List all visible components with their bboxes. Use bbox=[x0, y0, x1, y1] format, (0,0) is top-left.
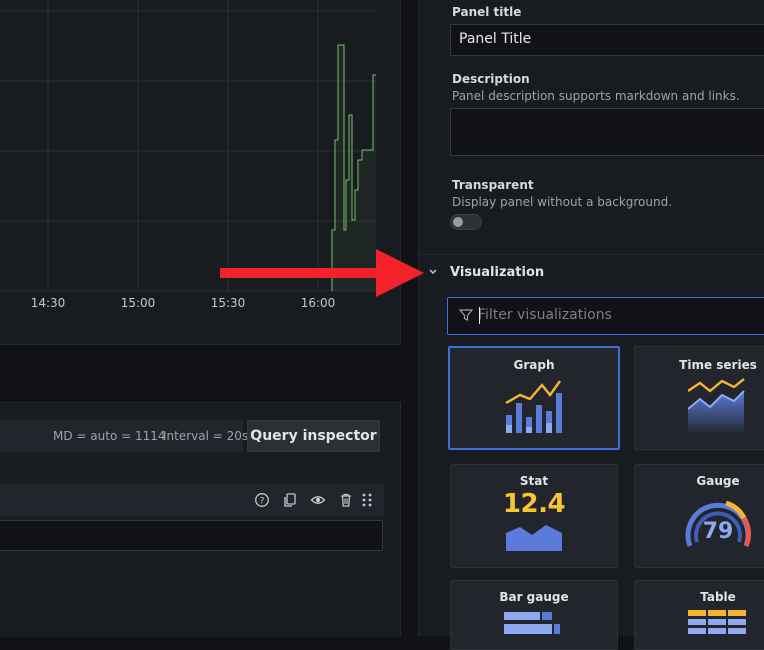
time-series-viz-icon bbox=[688, 378, 745, 433]
duplicate-icon[interactable] bbox=[280, 490, 300, 510]
table-viz-icon bbox=[688, 610, 746, 634]
trash-icon[interactable] bbox=[336, 490, 356, 510]
bar-gauge-viz-icon bbox=[504, 612, 560, 634]
query-inspector-button[interactable]: Query inspector bbox=[247, 420, 380, 452]
toggle-knob bbox=[453, 217, 463, 227]
query-input[interactable] bbox=[0, 520, 383, 551]
interval-text: Interval = 20s bbox=[163, 429, 249, 443]
x-tick-label: 14:30 bbox=[30, 296, 66, 310]
viz-card-label: Bar gauge bbox=[499, 590, 569, 604]
eye-icon[interactable] bbox=[308, 490, 328, 510]
transparent-hint: Display panel without a background. bbox=[452, 195, 673, 209]
section-divider bbox=[419, 254, 764, 255]
x-tick-label: 15:30 bbox=[210, 296, 246, 310]
svg-text:?: ? bbox=[260, 497, 265, 507]
description-label: Description bbox=[452, 72, 530, 86]
annotation-arrow-icon bbox=[220, 249, 424, 297]
transparent-label: Transparent bbox=[452, 178, 534, 192]
help-icon[interactable]: ? bbox=[252, 490, 272, 510]
filter-placeholder: Filter visualizations bbox=[478, 307, 612, 323]
viz-card-label: Stat bbox=[519, 474, 549, 488]
viz-card-label: Time series bbox=[679, 358, 757, 372]
chevron-down-icon[interactable] bbox=[428, 264, 440, 280]
stat-sparkline-icon bbox=[506, 525, 562, 551]
viz-card-label: Table bbox=[700, 590, 736, 604]
panel-preview-area: 14:30 15:00 15:30 16:00 MD = auto = 1114… bbox=[0, 0, 402, 637]
filter-icon bbox=[458, 307, 474, 323]
graph-viz-icon bbox=[505, 380, 562, 433]
viz-card-label: Graph bbox=[513, 358, 555, 372]
gauge-icon-value: 79 bbox=[702, 519, 734, 544]
panel-title-label: Panel title bbox=[452, 5, 522, 19]
description-textarea[interactable] bbox=[450, 108, 764, 156]
viz-card-label: Gauge bbox=[696, 474, 740, 488]
max-data-points-text: MD = auto = 1114 bbox=[53, 429, 166, 443]
transparent-toggle[interactable] bbox=[450, 214, 482, 230]
stat-icon-value: 12.4 bbox=[502, 489, 566, 519]
visualization-section-header[interactable]: Visualization bbox=[450, 265, 544, 280]
drag-handle-icon[interactable] bbox=[357, 490, 377, 510]
panel-title-value: Panel Title bbox=[459, 31, 532, 47]
x-tick-label: 16:00 bbox=[300, 296, 336, 310]
description-hint: Panel description supports markdown and … bbox=[452, 89, 740, 103]
x-tick-label: 15:00 bbox=[120, 296, 156, 310]
text-cursor bbox=[479, 307, 480, 324]
